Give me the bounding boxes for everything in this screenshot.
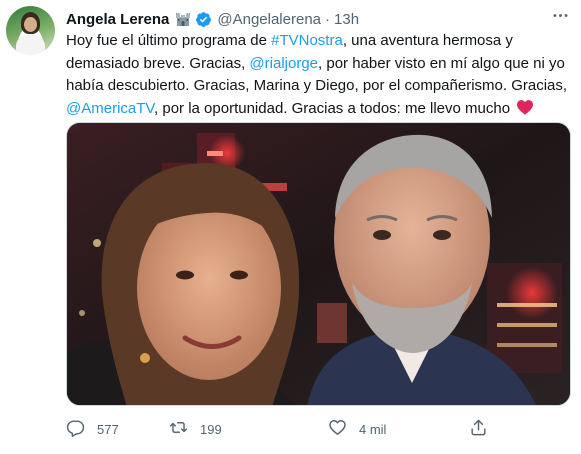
like-button[interactable]: 4 mil xyxy=(328,417,386,441)
hashtag-link[interactable]: #TVNostra xyxy=(271,32,343,49)
author-avatar[interactable] xyxy=(6,6,55,55)
tweet-text: Hoy fue el último programa de #TVNostra,… xyxy=(66,30,574,120)
reply-count: 577 xyxy=(97,421,119,437)
verified-icon xyxy=(195,11,212,28)
avatar-body xyxy=(16,35,45,55)
reply-icon xyxy=(66,418,85,440)
retweet-button[interactable]: 199 xyxy=(169,417,222,441)
mention-link-rialjorge[interactable]: @rialjorge xyxy=(249,55,318,72)
header-separator: · xyxy=(325,10,331,28)
tweet-photo[interactable] xyxy=(66,122,571,406)
more-horizontal-icon xyxy=(551,6,570,30)
castle-icon xyxy=(175,11,191,27)
share-button[interactable] xyxy=(469,417,488,441)
tweet-actions: 577 199 4 mil xyxy=(66,417,496,441)
more-options-button[interactable] xyxy=(548,8,572,28)
like-icon xyxy=(328,418,347,440)
red-heart-icon xyxy=(516,99,534,115)
like-count: 4 mil xyxy=(359,421,387,437)
photo-image xyxy=(67,123,570,405)
author-name[interactable]: Angela Lerena xyxy=(66,11,169,28)
mention-link-americatv[interactable]: @AmericaTV xyxy=(66,100,154,117)
tweet-text-part: Hoy fue el último programa de xyxy=(66,32,272,49)
avatar-face xyxy=(24,17,37,32)
tweet-header: Angela Lerena @Angelalerena · 13h xyxy=(66,9,359,29)
reply-button[interactable]: 577 xyxy=(66,417,119,441)
tweet-card[interactable]: Angela Lerena @Angelalerena · 13h Hoy fu… xyxy=(0,0,581,454)
retweet-icon xyxy=(169,418,188,440)
tweet-text-part: , por la oportunidad. Gracias a todos: m… xyxy=(154,99,511,117)
tweet-timestamp[interactable]: 13h xyxy=(334,11,359,28)
share-icon xyxy=(469,418,488,440)
retweet-count: 199 xyxy=(200,421,222,437)
author-handle[interactable]: @Angelalerena xyxy=(217,11,321,28)
